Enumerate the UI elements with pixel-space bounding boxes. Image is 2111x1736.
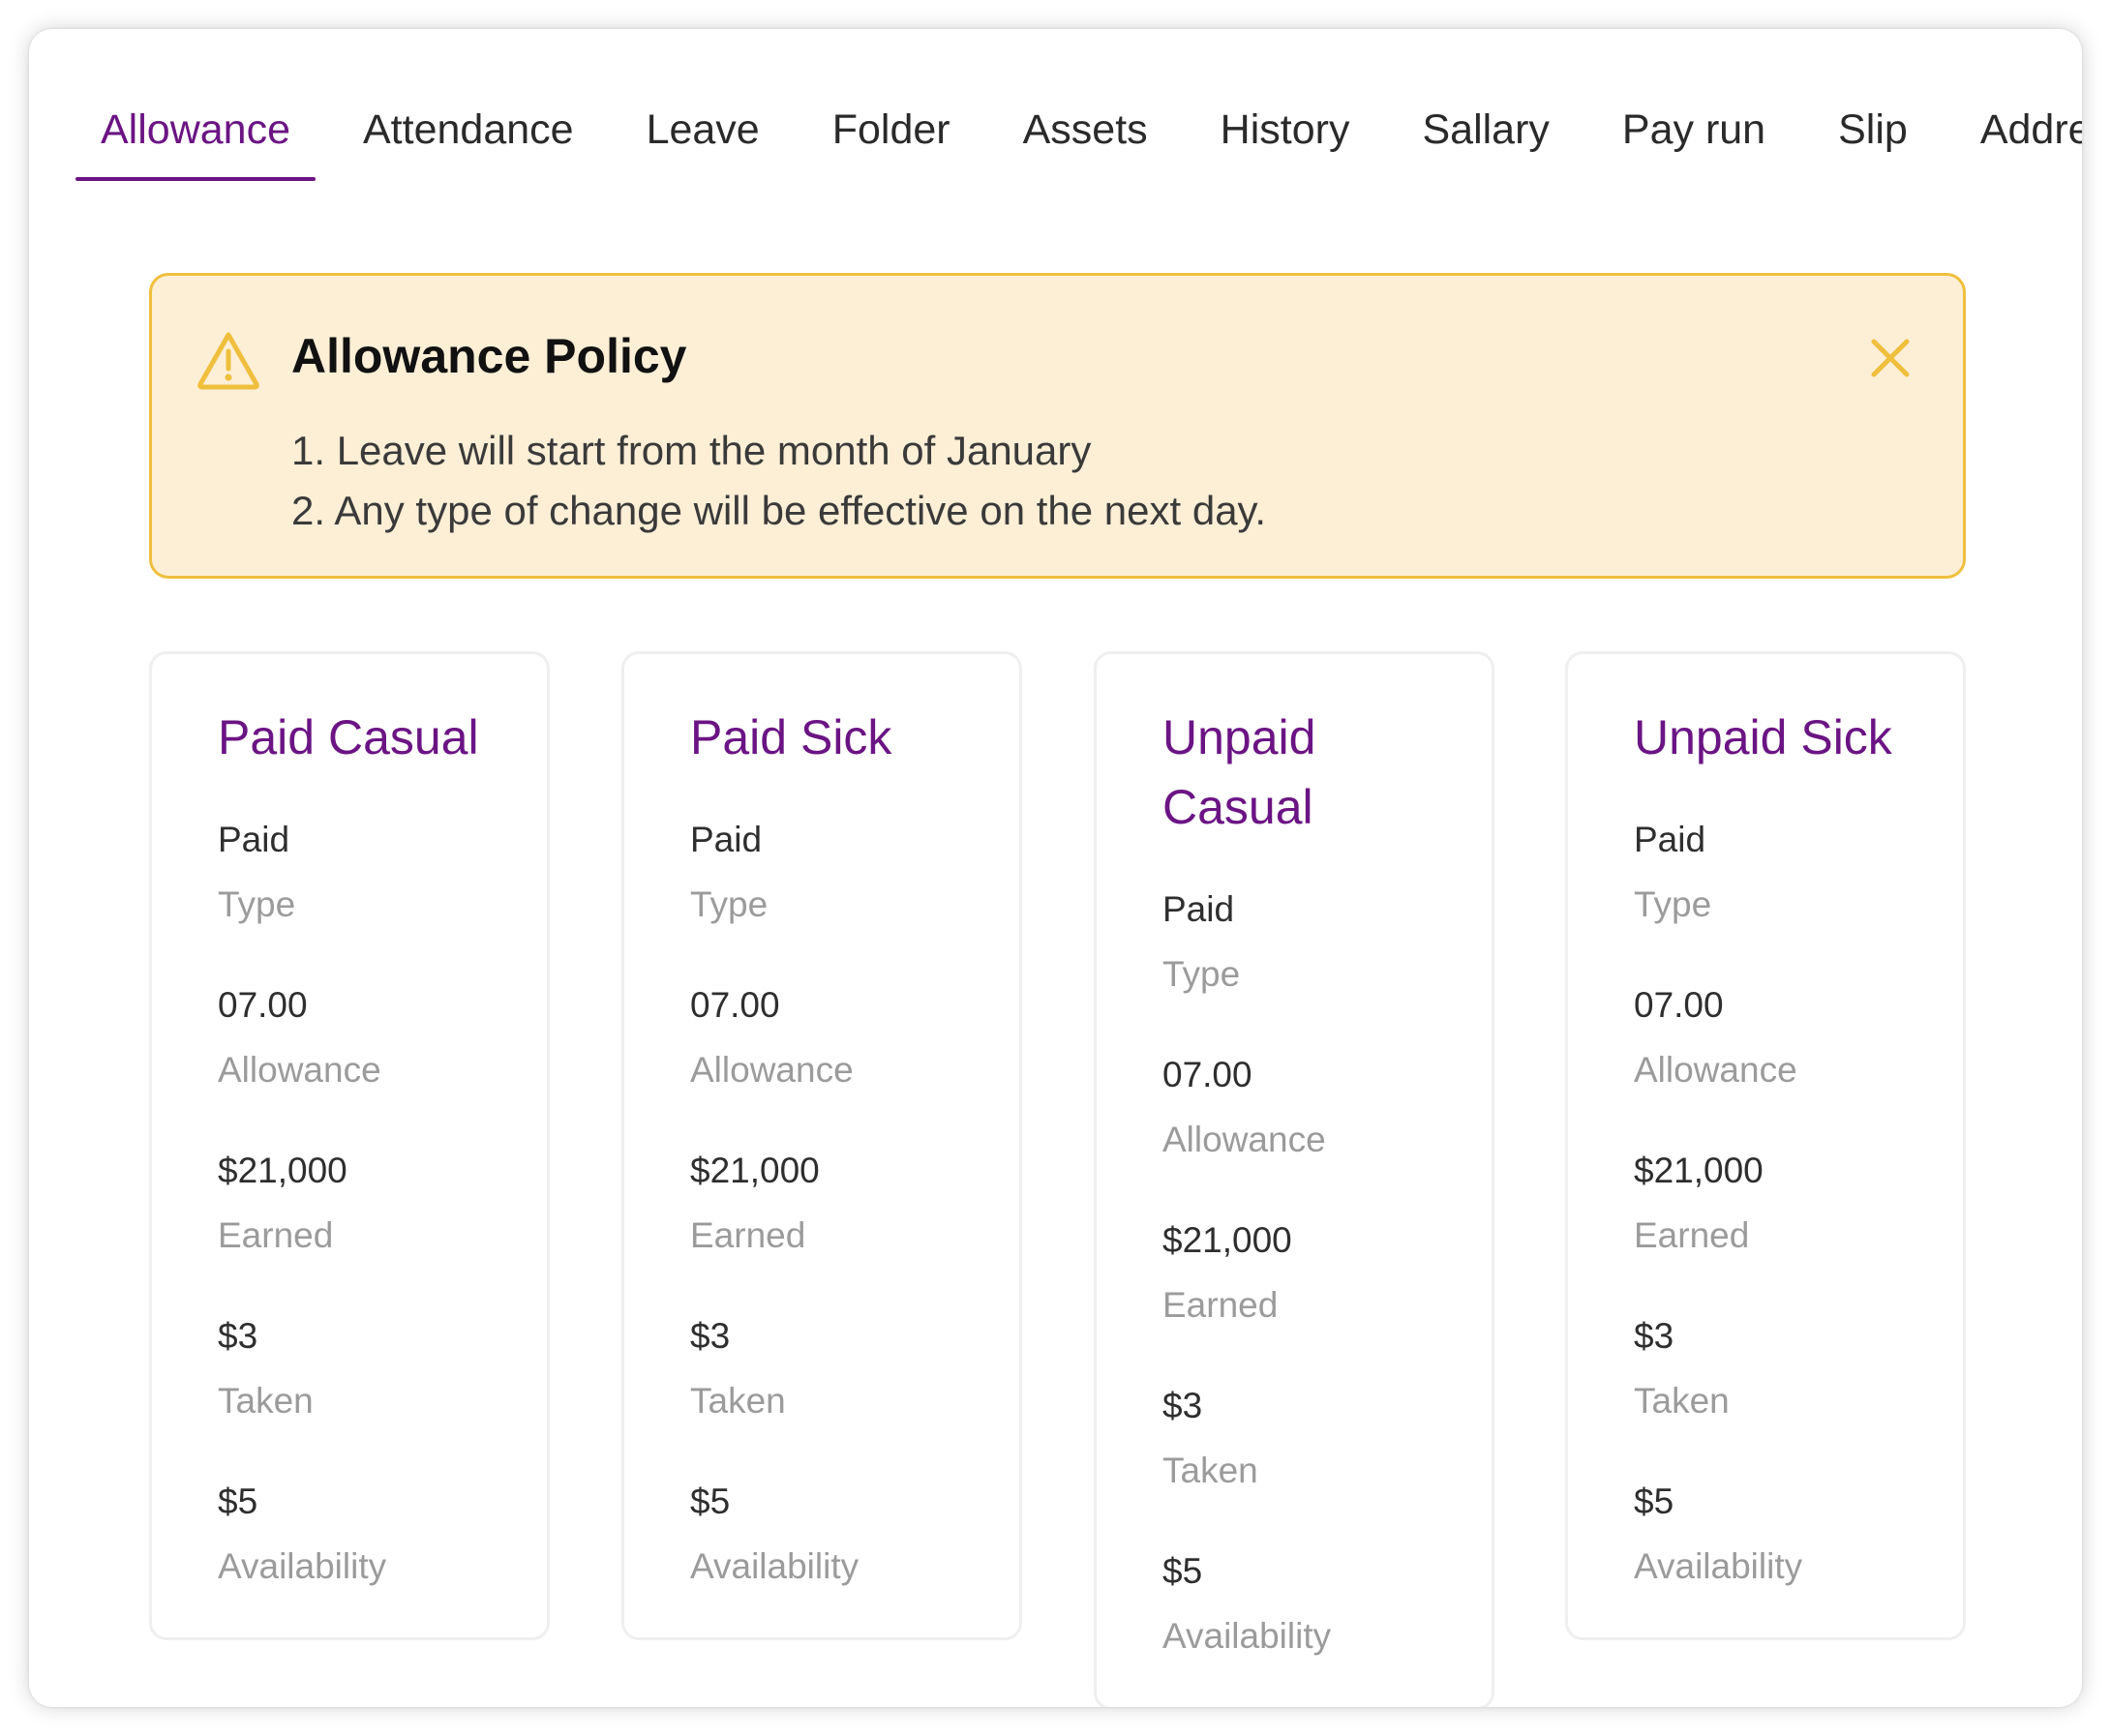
tab-folder[interactable]: Folder bbox=[807, 58, 976, 181]
stat-allowance: 07.00 Allowance bbox=[1634, 976, 1802, 1142]
stat-label: Type bbox=[1634, 884, 1712, 924]
stat-type: Paid Type bbox=[218, 811, 386, 976]
stat-value: Paid bbox=[690, 820, 763, 859]
stat-value: $3 bbox=[1162, 1386, 1203, 1425]
stat-label: Taken bbox=[1162, 1451, 1258, 1490]
stat-label: Allowance bbox=[1634, 1050, 1797, 1090]
tab-allowance[interactable]: Allowance bbox=[75, 58, 316, 181]
stat-taken: $3 Taken bbox=[218, 1307, 386, 1473]
stat-label: Allowance bbox=[690, 1050, 854, 1090]
tab-leave[interactable]: Leave bbox=[621, 58, 785, 181]
policy-alert: Allowance Policy 1. Leave will start fro… bbox=[149, 273, 1966, 579]
stat-value: $5 bbox=[1162, 1551, 1203, 1591]
stat-value: $21,000 bbox=[1634, 1151, 1764, 1190]
stat-label: Allowance bbox=[1162, 1120, 1326, 1159]
stat-value: $3 bbox=[1634, 1316, 1674, 1356]
stat-allowance: 07.00 Allowance bbox=[1162, 1046, 1331, 1212]
tab-slip[interactable]: Slip bbox=[1813, 58, 1933, 181]
card-title: Paid Sick bbox=[690, 710, 892, 764]
leave-card-unpaid-casual[interactable]: Unpaid Casual Paid Type 07.00 Allowance … bbox=[1094, 651, 1494, 1707]
stat-value: Paid bbox=[1634, 820, 1706, 859]
allowance-window: Allowance Attendance Leave Folder Assets… bbox=[29, 29, 2082, 1707]
stat-earned: $21,000 Earned bbox=[690, 1142, 859, 1307]
stat-label: Type bbox=[690, 884, 769, 924]
card-stats: Paid Type 07.00 Allowance $21,000 Earned… bbox=[1634, 811, 1802, 1638]
card-title: Unpaid Sick bbox=[1634, 710, 1892, 764]
stat-taken: $3 Taken bbox=[1162, 1377, 1331, 1542]
card-stats: Paid Type 07.00 Allowance $21,000 Earned… bbox=[1162, 881, 1331, 1707]
tab-history[interactable]: History bbox=[1195, 58, 1375, 181]
tab-bar: Allowance Attendance Leave Folder Assets… bbox=[75, 58, 2082, 181]
stat-label: Taken bbox=[218, 1381, 314, 1421]
stat-value: 07.00 bbox=[218, 985, 308, 1025]
stat-label: Availability bbox=[1634, 1546, 1803, 1586]
stat-value: $3 bbox=[218, 1316, 258, 1356]
stat-value: Paid bbox=[1162, 889, 1235, 929]
stat-earned: $21,000 Earned bbox=[218, 1142, 386, 1307]
stat-taken: $3 Taken bbox=[1634, 1307, 1802, 1473]
warning-icon bbox=[197, 332, 259, 390]
stat-value: $3 bbox=[690, 1316, 731, 1356]
tab-attendance[interactable]: Attendance bbox=[338, 58, 599, 181]
stat-type: Paid Type bbox=[1634, 811, 1802, 976]
stat-label: Type bbox=[218, 884, 296, 924]
stat-label: Taken bbox=[690, 1381, 786, 1421]
alert-title: Allowance Policy bbox=[291, 329, 687, 383]
stat-label: Earned bbox=[218, 1215, 334, 1255]
stat-label: Type bbox=[1162, 954, 1241, 994]
stat-value: 07.00 bbox=[1634, 985, 1724, 1025]
stat-earned: $21,000 Earned bbox=[1634, 1142, 1802, 1307]
card-title: Unpaid Casual bbox=[1162, 710, 1316, 834]
stat-availability: $5 Availability bbox=[218, 1473, 386, 1638]
stat-type: Paid Type bbox=[690, 811, 859, 976]
card-title: Paid Casual bbox=[218, 710, 479, 764]
card-stats: Paid Type 07.00 Allowance $21,000 Earned… bbox=[218, 811, 386, 1638]
stat-label: Availability bbox=[218, 1546, 387, 1586]
policy-item: 1. Leave will start from the month of Ja… bbox=[291, 428, 1092, 473]
leave-card-paid-casual[interactable]: Paid Casual Paid Type 07.00 Allowance $2… bbox=[149, 651, 550, 1640]
stat-value: $5 bbox=[1634, 1482, 1674, 1521]
stat-label: Taken bbox=[1634, 1381, 1730, 1421]
stat-type: Paid Type bbox=[1162, 881, 1331, 1046]
close-icon[interactable] bbox=[1868, 336, 1913, 380]
stat-value: $5 bbox=[690, 1482, 731, 1521]
stat-value: 07.00 bbox=[690, 985, 780, 1025]
tab-address[interactable]: Address bbox=[1955, 58, 2082, 181]
stat-availability: $5 Availability bbox=[1634, 1473, 1802, 1638]
stat-value: $5 bbox=[218, 1482, 258, 1521]
tab-assets[interactable]: Assets bbox=[998, 58, 1173, 181]
stat-taken: $3 Taken bbox=[690, 1307, 859, 1473]
stat-value: $21,000 bbox=[1162, 1220, 1292, 1260]
stat-label: Allowance bbox=[218, 1050, 381, 1090]
stat-availability: $5 Availability bbox=[690, 1473, 859, 1638]
stat-label: Earned bbox=[1162, 1285, 1279, 1325]
stat-label: Availability bbox=[690, 1546, 859, 1586]
stat-allowance: 07.00 Allowance bbox=[690, 976, 859, 1142]
stat-value: 07.00 bbox=[1162, 1055, 1252, 1094]
stat-earned: $21,000 Earned bbox=[1162, 1212, 1331, 1377]
stat-value: $21,000 bbox=[690, 1151, 820, 1190]
card-stats: Paid Type 07.00 Allowance $21,000 Earned… bbox=[690, 811, 859, 1638]
tab-sallary[interactable]: Sallary bbox=[1397, 58, 1574, 181]
stat-label: Earned bbox=[690, 1215, 806, 1255]
stat-value: Paid bbox=[218, 820, 290, 859]
policy-list: 1. Leave will start from the month of Ja… bbox=[291, 421, 1266, 541]
stat-value: $21,000 bbox=[218, 1151, 347, 1190]
stat-label: Earned bbox=[1634, 1215, 1750, 1255]
stat-availability: $5 Availability bbox=[1162, 1542, 1331, 1707]
leave-card-unpaid-sick[interactable]: Unpaid Sick Paid Type 07.00 Allowance $2… bbox=[1565, 651, 1966, 1640]
tab-pay-run[interactable]: Pay run bbox=[1597, 58, 1791, 181]
stat-label: Availability bbox=[1162, 1616, 1332, 1656]
policy-item: 2. Any type of change will be effective … bbox=[291, 488, 1267, 533]
stat-allowance: 07.00 Allowance bbox=[218, 976, 386, 1142]
leave-card-paid-sick[interactable]: Paid Sick Paid Type 07.00 Allowance $21,… bbox=[621, 651, 1022, 1640]
